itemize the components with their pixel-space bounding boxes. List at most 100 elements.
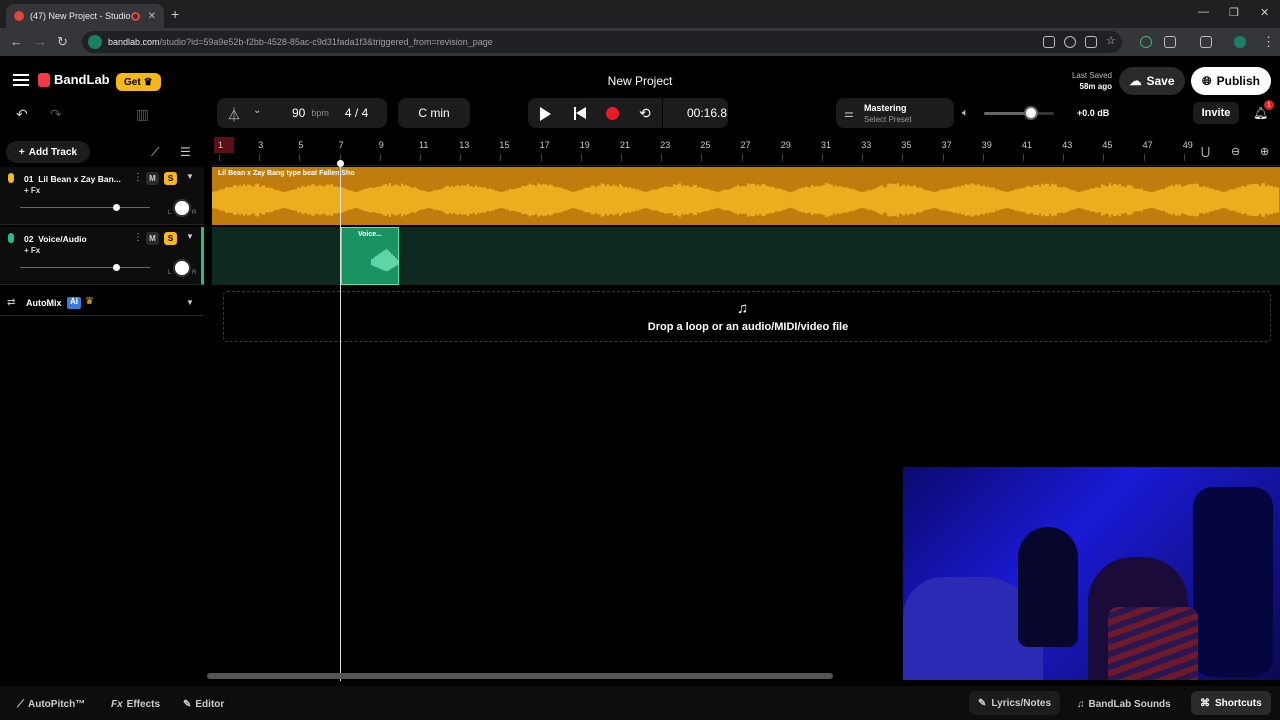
track-mic-icon	[8, 233, 14, 243]
track-options-icon[interactable]: ⋮	[133, 172, 143, 183]
track-header-2[interactable]: 02 Voice/Audio ⋮ M S ▼ + Fx L R	[0, 227, 204, 285]
profile-avatar[interactable]	[1234, 36, 1246, 48]
mastering-label: Mastering	[864, 103, 907, 113]
pan-knob[interactable]	[173, 259, 191, 277]
zoom-icon[interactable]	[1064, 36, 1076, 48]
last-saved-time: 58m ago	[1079, 82, 1112, 91]
audio-clip[interactable]: Voice...	[341, 227, 399, 285]
playhead-handle[interactable]	[337, 160, 344, 167]
minimize-icon[interactable]: —	[1198, 6, 1209, 18]
browser-tab[interactable]: (47) New Project - Studio ✕	[6, 4, 164, 28]
solo-button[interactable]: S	[164, 172, 177, 185]
track-number: 01	[24, 174, 34, 184]
track-name[interactable]: 01 Lil Bean x Zay Ban...	[24, 174, 128, 184]
playhead[interactable]	[340, 161, 341, 681]
tempo-value[interactable]: 90	[292, 106, 305, 120]
add-track-button[interactable]: + Add Track	[6, 141, 90, 163]
mixer-icon[interactable]: ☰	[180, 145, 191, 159]
track-volume-slider[interactable]	[20, 267, 150, 268]
metronome-chevron-icon[interactable]: ⌄	[253, 105, 261, 116]
bandlab-sounds-button[interactable]: ♫ BandLab Sounds	[1077, 694, 1171, 714]
mute-button[interactable]: M	[146, 232, 159, 245]
editor-button[interactable]: ✎ Editor	[183, 694, 224, 714]
play-icon[interactable]	[540, 107, 551, 121]
track-expand-chevron-icon[interactable]: ▼	[186, 232, 194, 241]
track-header-1[interactable]: 01 Lil Bean x Zay Ban... ⋮ M S ▼ + Fx L …	[0, 167, 204, 225]
bar-number: 47	[1142, 140, 1153, 150]
tempo-panel[interactable]: ⏃ ⌄ 90 bpm 4 / 4	[217, 98, 387, 128]
effects-label: Effects	[126, 698, 161, 710]
extension-icon[interactable]	[1140, 36, 1152, 48]
loop-icon[interactable]: ⟲	[639, 105, 651, 122]
extensions-puzzle-icon[interactable]	[1164, 36, 1176, 48]
shortcuts-button[interactable]: ⌘ Shortcuts	[1191, 691, 1271, 715]
zoom-in-icon[interactable]: ⊕	[1260, 145, 1269, 158]
track-name[interactable]: 02 Voice/Audio	[24, 234, 128, 244]
webcam-person-1	[1018, 527, 1078, 647]
piano-keyboard-icon[interactable]: ▥	[136, 106, 149, 123]
mute-button[interactable]: M	[146, 172, 159, 185]
new-tab-button[interactable]: +	[171, 6, 179, 22]
timeline-ruler[interactable]: 1 3 5 7 9 11 13 15 17 19 21 23 25 27 29 31 33 35 37 39 41 43 4…	[212, 137, 1280, 166]
install-icon[interactable]	[1085, 36, 1097, 48]
track-options-icon[interactable]: ⋮	[133, 232, 143, 243]
site-info-icon[interactable]	[88, 35, 102, 49]
key-selector[interactable]: C min	[398, 98, 470, 128]
track-title: Lil Bean x Zay Ban...	[38, 174, 121, 184]
undo-icon[interactable]: ↶	[16, 106, 28, 123]
speaker-icon[interactable]: 🔈︎	[962, 107, 969, 120]
mastering-button[interactable]: ⚌ Mastering Select Preset	[836, 98, 954, 128]
bar-number: 29	[780, 140, 791, 150]
track-lane-1[interactable]: Lil Bean x Zay Bang type beat Fallen Sho	[211, 167, 1280, 225]
loop-start-marker[interactable]	[214, 137, 234, 153]
reload-icon[interactable]: ↻	[57, 34, 68, 50]
metronome-icon[interactable]: ⏃	[227, 105, 241, 125]
automix-row[interactable]: ⇄ AutoMix AI ♛ ▼	[0, 292, 204, 316]
restore-icon[interactable]: ❐	[1229, 6, 1239, 19]
publish-button[interactable]: 🌐︎ Publish	[1191, 67, 1271, 95]
drop-zone[interactable]: ♫ Drop a loop or an audio/MIDI/video fil…	[223, 291, 1271, 342]
save-button[interactable]: ☁ Save	[1119, 67, 1185, 95]
lyrics-notes-button[interactable]: ✎ Lyrics/Notes	[969, 691, 1061, 715]
track-volume-slider[interactable]	[20, 207, 150, 208]
record-icon[interactable]	[606, 107, 619, 120]
snap-magnet-icon[interactable]: ⋃	[1201, 145, 1210, 158]
cloud-upload-icon: ☁	[1129, 74, 1142, 88]
forward-icon[interactable]: →	[34, 34, 47, 49]
master-volume-slider[interactable]	[984, 112, 1054, 115]
track-expand-chevron-icon[interactable]: ▼	[186, 172, 194, 181]
zoom-out-icon[interactable]: ⊖	[1231, 145, 1240, 158]
rewind-to-start-icon[interactable]	[574, 107, 586, 120]
bookmark-star-icon[interactable]: ☆	[1106, 34, 1118, 47]
sidebar-toggle-icon[interactable]	[1200, 36, 1212, 48]
lyrics-label: Lyrics/Notes	[991, 697, 1052, 709]
url-input[interactable]: bandlab.com /studio?id=59a9e52b-f2bb-452…	[82, 31, 1122, 53]
invite-button[interactable]: Invite	[1193, 102, 1239, 124]
autopitch-button[interactable]: ⟋ AutoPitch™	[17, 694, 85, 714]
redo-icon[interactable]: ↷	[50, 106, 62, 123]
add-fx-button[interactable]: + Fx	[24, 246, 40, 255]
close-tab-icon[interactable]: ✕	[148, 11, 156, 22]
ai-badge: AI	[67, 297, 81, 309]
track-lane-2[interactable]: Voice...	[212, 227, 1280, 285]
automation-icon[interactable]: ⟋	[151, 145, 159, 160]
shortcuts-label: Shortcuts	[1215, 697, 1262, 709]
add-fx-button[interactable]: + Fx	[24, 186, 40, 195]
horizontal-scrollbar[interactable]	[207, 673, 833, 679]
track-volume-handle[interactable]	[113, 204, 120, 211]
browser-menu-icon[interactable]: ⋮	[1262, 34, 1275, 50]
bar-number: 15	[499, 140, 510, 150]
track-volume-handle[interactable]	[113, 264, 120, 271]
back-icon[interactable]: ←	[10, 34, 23, 49]
bar-tick	[982, 154, 984, 161]
master-volume-handle[interactable]	[1024, 106, 1038, 120]
solo-button[interactable]: S	[164, 232, 177, 245]
pan-knob[interactable]	[173, 199, 191, 217]
effects-button[interactable]: Fx Effects	[111, 694, 160, 714]
window-close-icon[interactable]: ✕	[1260, 6, 1269, 19]
reader-icon[interactable]	[1043, 36, 1055, 48]
bar-number: 9	[378, 140, 384, 150]
bar-number: 5	[298, 140, 304, 150]
time-signature[interactable]: 4 / 4	[345, 106, 368, 120]
automix-chevron-icon[interactable]: ▼	[186, 298, 194, 307]
